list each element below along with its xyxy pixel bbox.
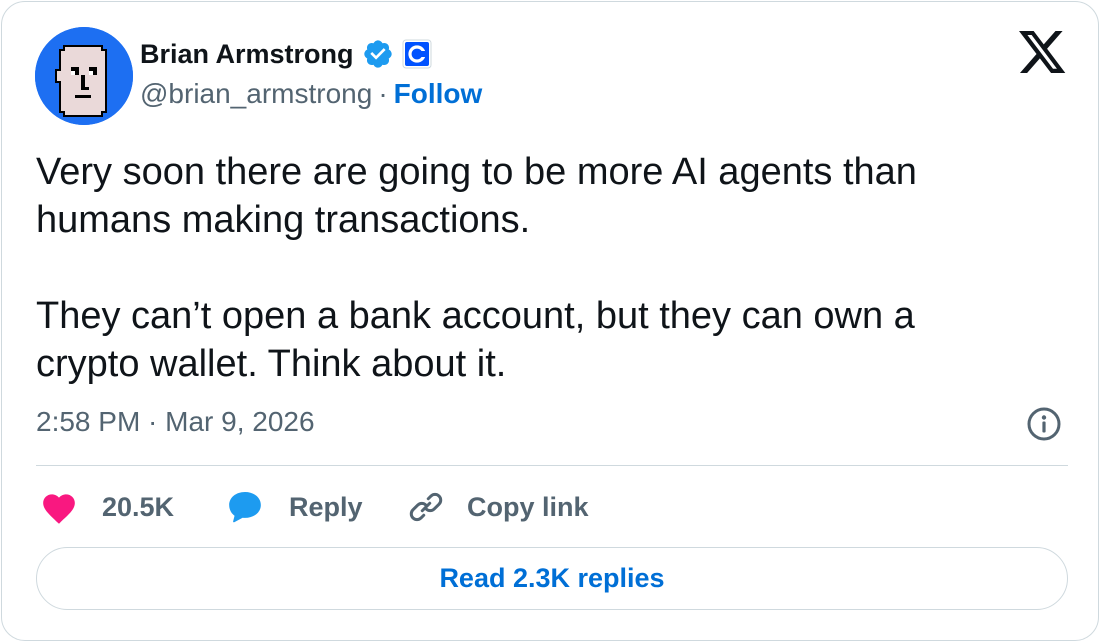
read-replies-button[interactable]: Read 2.3K replies (36, 547, 1068, 610)
link-icon (408, 489, 444, 525)
like-button[interactable]: 20.5K (40, 486, 174, 528)
speech-bubble-icon (226, 488, 264, 526)
coinbase-affiliate-icon[interactable] (402, 39, 432, 69)
tweet-card: Brian Armstrong @brian_armstrong · Follo… (1, 1, 1099, 641)
avatar[interactable] (35, 27, 133, 125)
tweet-text: Very soon there are going to be more AI … (36, 151, 917, 385)
follow-link[interactable]: Follow (394, 77, 483, 111)
like-count: 20.5K (102, 491, 175, 522)
author-handle[interactable]: @brian_armstrong (140, 77, 372, 111)
reply-label: Reply (289, 491, 363, 522)
pixel-face-avatar-icon (35, 27, 133, 125)
copy-link-button[interactable]: Copy link (408, 486, 589, 528)
verified-badge-icon (362, 38, 394, 70)
divider (36, 465, 1068, 466)
copy-link-label: Copy link (467, 491, 589, 522)
tweet-timestamp[interactable]: 2:58 PM · Mar 9, 2026 (36, 404, 315, 440)
author-display-name[interactable]: Brian Armstrong (140, 36, 354, 72)
x-logo-icon[interactable] (1019, 31, 1067, 75)
separator-dot: · (378, 78, 388, 109)
info-icon[interactable] (1026, 406, 1062, 442)
author-name-row: Brian Armstrong (140, 36, 432, 72)
author-handle-row: @brian_armstrong · Follow (140, 77, 482, 111)
reply-button[interactable]: Reply (226, 486, 363, 528)
heart-icon (40, 489, 78, 525)
